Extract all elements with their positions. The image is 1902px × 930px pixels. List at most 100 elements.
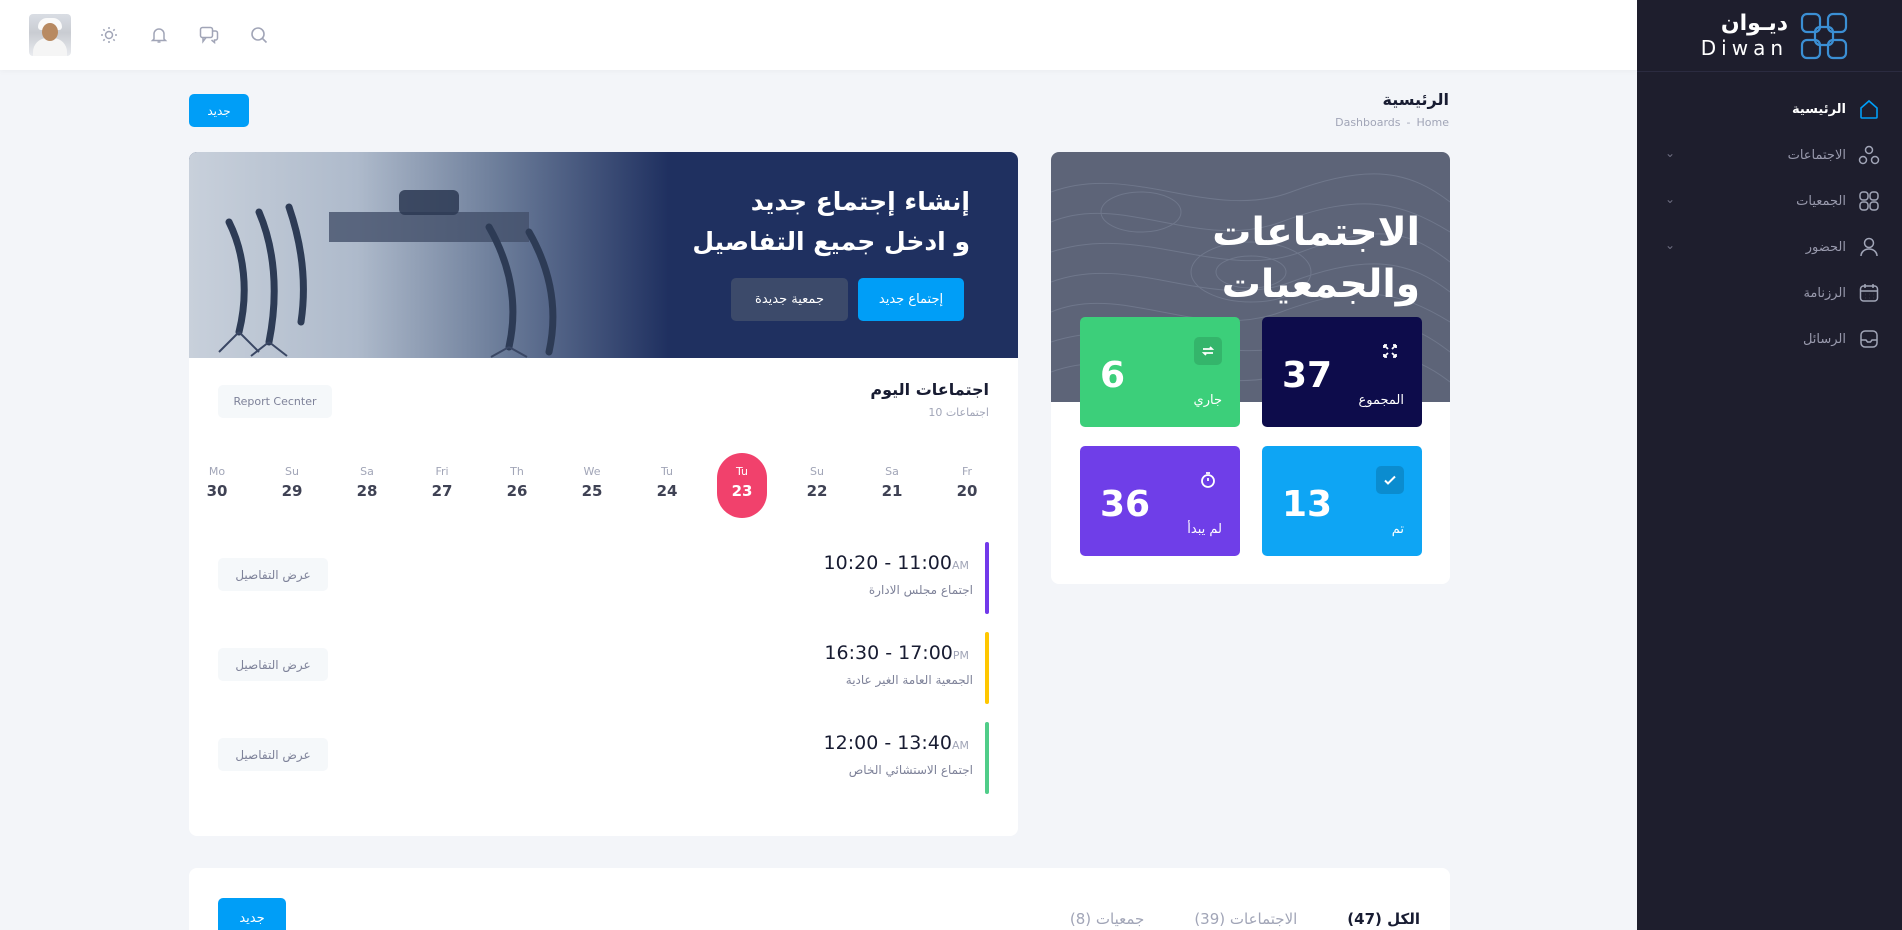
day-item[interactable]: Su 29 [267,453,317,518]
day-name: We [583,465,601,478]
view-details-button[interactable]: عرض التفاصيل [218,648,328,681]
day-name: Fri [435,465,449,478]
sidebar-item-meetings[interactable]: ⌄ الاجتماعات [1637,132,1902,178]
repeat-icon [1194,337,1222,365]
meeting-room-image [189,152,669,358]
meeting-item: 12:00 - 13:40AM اجتماع الاستشائي الخاص ع… [218,722,989,794]
tab-associations[interactable]: جمعيات (8) [1070,910,1144,928]
day-item[interactable]: Fri 27 [417,453,467,518]
sidebar-item-home[interactable]: الرئيسية [1637,86,1902,132]
day-item[interactable]: Tu 24 [642,453,692,518]
day-number: 27 [431,482,453,500]
stats-title: الاجتماعات والجمعيات [1212,207,1420,311]
day-name: Su [810,465,824,478]
page-title: الرئيسية [1382,90,1450,109]
day-item[interactable]: Sa 21 [867,453,917,518]
stat-tile-total[interactable]: 37 المجموع [1262,317,1422,427]
stat-label: لم يبدأ [1187,522,1222,537]
day-number: 22 [806,482,828,500]
view-details-button[interactable]: عرض التفاصيل [218,558,328,591]
stat-value: 36 [1100,484,1151,525]
notification-bell-icon[interactable] [147,23,171,47]
stat-tile-ongoing[interactable]: 6 جاري [1080,317,1240,427]
new-item-button[interactable]: جديد [218,898,286,930]
meeting-name: اجتماع مجلس الادارة [868,583,973,597]
day-name: Sa [885,465,899,478]
sidebar-menu: الرئيسية ⌄ الاجتماعات ⌄ الجمعيات ⌄ الحضو… [1637,72,1902,362]
sidebar-item-attendance[interactable]: ⌄ الحضور [1637,224,1902,270]
day-item[interactable]: Th 26 [492,453,542,518]
meetings-icon [1856,142,1882,168]
banner-title: إنشاء إجتماع جديد و ادخل جميع التفاصيل [692,182,970,262]
day-name: Mo [208,465,226,478]
meeting-item: 16:30 - 17:00PM الجمعية العامة الغير عاد… [218,632,989,704]
day-number: 25 [581,482,603,500]
filter-tabs: الكل (47) الاجتماعات (39) جمعيات (8) [1070,910,1420,928]
breadcrumb-item[interactable]: Home [1417,116,1449,129]
stat-value: 13 [1282,484,1333,525]
meeting-color-bar [985,542,989,614]
day-picker: Fr 20 Sa 21 Su 22 Tu 23 Tu 24 We 25 Th 26 Fri 27… [199,453,999,518]
meetings-list-card: الكل (47) الاجتماعات (39) جمعيات (8) جدي… [189,868,1450,930]
day-name: Tu [735,465,749,478]
chevron-down-icon: ⌄ [1665,146,1676,160]
create-meeting-banner: إنشاء إجتماع جديد و ادخل جميع التفاصيل إ… [189,152,1018,358]
meeting-item: 10:20 - 11:00AM اجتماع مجلس الادارة عرض … [218,542,989,614]
new-meeting-button[interactable]: إجتماع جديد [858,278,964,321]
new-association-button[interactable]: جمعية جديدة [731,278,848,321]
sidebar-item-associations[interactable]: ⌄ الجمعيات [1637,178,1902,224]
top-header [0,0,1637,70]
meeting-time-range: 10:20 - 11:00 [823,552,952,574]
stat-label: تم [1391,522,1404,537]
day-item[interactable]: Sa 28 [342,453,392,518]
day-item[interactable]: We 25 [567,453,617,518]
meeting-color-bar [985,722,989,794]
sidebar-item-label: الرسائل [1802,331,1846,347]
brand-name-arabic: ديـوان [1720,11,1788,36]
sidebar-item-label: الجمعيات [1796,193,1846,209]
sidebar: ديـوان Diwan الرئيسية ⌄ الاجتماعات ⌄ الج… [1637,0,1902,930]
stat-tile-done[interactable]: 13 تم [1262,446,1422,556]
search-icon[interactable] [247,23,271,47]
meeting-name: اجتماع الاستشائي الخاص [848,763,973,777]
day-item[interactable]: Fr 20 [942,453,992,518]
user-avatar[interactable] [29,14,71,56]
day-item[interactable]: Mo 30 [192,453,242,518]
day-number: 28 [356,482,378,500]
meeting-ampm: AM [951,739,969,752]
theme-sun-icon[interactable] [97,23,121,47]
chevron-down-icon: ⌄ [1665,238,1676,252]
attendance-user-icon [1856,234,1882,260]
day-item-selected[interactable]: Tu 23 [717,453,767,518]
brand-logo-icon [1800,12,1848,59]
new-button[interactable]: جديد [189,94,249,127]
report-center-button[interactable]: Report Cecnter [218,385,332,418]
meeting-name: الجمعية العامة الغير عادية [845,673,973,687]
check-icon [1376,466,1404,494]
brand-logo[interactable]: ديـوان Diwan [1637,0,1902,72]
avatar-face [42,23,58,41]
home-icon [1856,96,1882,122]
chat-icon[interactable] [197,23,221,47]
stat-label: جاري [1193,393,1222,408]
stat-value: 6 [1100,355,1126,396]
day-number: 26 [506,482,528,500]
breadcrumb: Dashboards - Home [1335,116,1449,129]
meeting-ampm: PM [952,649,969,662]
tab-meetings[interactable]: الاجتماعات (39) [1194,910,1297,928]
tab-all[interactable]: الكل (47) [1347,910,1420,928]
day-name: Th [510,465,524,478]
day-item[interactable]: Su 22 [792,453,842,518]
sidebar-item-label: الرئيسية [1791,101,1846,117]
breadcrumb-separator: - [1406,116,1411,129]
sidebar-item-messages[interactable]: الرسائل [1637,316,1902,362]
day-name: Sa [360,465,374,478]
view-details-button[interactable]: عرض التفاصيل [218,738,328,771]
breadcrumb-item[interactable]: Dashboards [1335,116,1400,129]
sidebar-item-calendar[interactable]: الرزنامة [1637,270,1902,316]
todays-meetings-card: اجتماعات اليوم 10 اجتماعات Report Cecnte… [189,358,1018,836]
card-title: اجتماعات اليوم [870,380,989,399]
expand-icon [1376,337,1404,365]
card-subtitle: 10 اجتماعات [928,406,989,419]
stat-tile-not-started[interactable]: 36 لم يبدأ [1080,446,1240,556]
